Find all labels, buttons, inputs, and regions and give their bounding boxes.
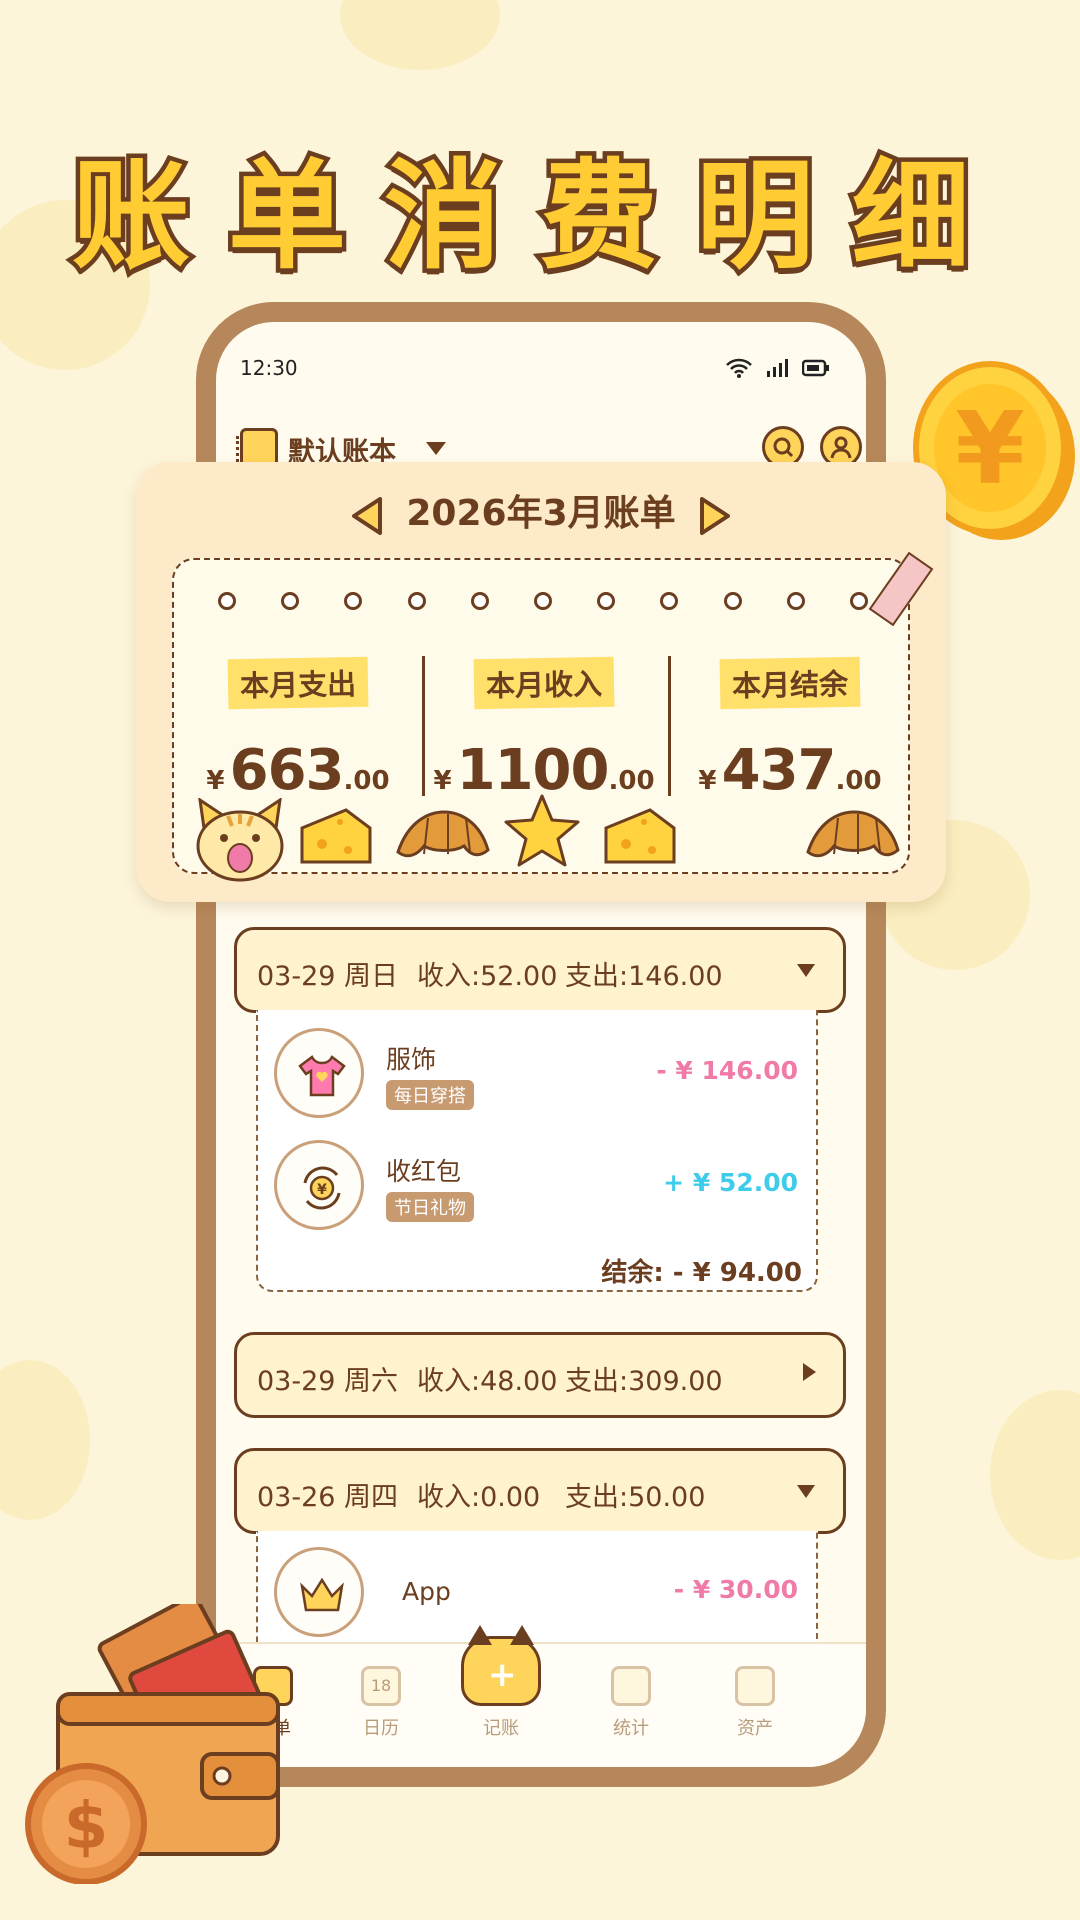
stats-icon xyxy=(611,1666,651,1706)
stat-label: 本月收入 xyxy=(473,656,615,710)
chevron-down-icon xyxy=(797,1485,815,1498)
signal-icon xyxy=(767,359,788,377)
chevron-down-icon[interactable] xyxy=(426,442,446,455)
croissant-icon xyxy=(806,810,900,858)
tab-stats[interactable]: 统计 xyxy=(586,1666,676,1740)
background-bubble xyxy=(990,1390,1080,1560)
stat-balance: 本月结余 ¥ 437.00 xyxy=(670,656,910,803)
day-header[interactable]: 03-29 周日 收入:52.00 支出:146.00 xyxy=(234,927,846,1013)
tab-label: 统计 xyxy=(613,1718,649,1739)
tab-label: 日历 xyxy=(363,1718,399,1739)
day-header[interactable]: 03-26 周四 收入:0.00 支出:50.00 xyxy=(234,1448,846,1534)
battery-icon xyxy=(802,359,829,377)
tab-calendar[interactable]: 18 日历 xyxy=(336,1666,426,1740)
day-date: 03-26 周四 xyxy=(257,1482,399,1513)
stat-value: 663 xyxy=(229,738,345,803)
svg-text:$: $ xyxy=(64,1790,109,1864)
list-item[interactable]: ¥ 收红包 节日礼物 + ¥ 52.00 xyxy=(274,1140,804,1236)
wallet-icon xyxy=(735,1666,775,1706)
day-income: 收入:48.00 xyxy=(417,1366,558,1397)
star-icon xyxy=(504,794,580,867)
day-detail-list: 服饰 每日穿搭 - ¥ 146.00 ¥ 收红包 节日礼物 + ¥ 52.00 … xyxy=(256,1010,818,1292)
item-amount: + ¥ 52.00 xyxy=(663,1168,798,1197)
item-amount: - ¥ 30.00 xyxy=(673,1575,798,1604)
day-balance: 结余: - ¥ 94.00 xyxy=(601,1258,802,1288)
stat-label: 本月结余 xyxy=(719,656,861,710)
calendar-icon: 18 xyxy=(361,1666,401,1706)
background-bubble xyxy=(340,0,500,70)
day-expense: 支出:309.00 xyxy=(565,1366,723,1397)
svg-text:¥: ¥ xyxy=(317,1182,327,1198)
next-month-button[interactable] xyxy=(698,496,732,536)
tab-assets[interactable]: 资产 xyxy=(710,1666,800,1740)
day-date: 03-29 周日 xyxy=(257,961,399,992)
wallet-money-icon: $ xyxy=(25,1604,280,1884)
cheese-icon xyxy=(604,808,676,864)
day-income: 收入:0.00 xyxy=(417,1482,541,1513)
status-time: 12:30 xyxy=(240,356,298,380)
day-header[interactable]: 03-29 周六 收入:48.00 支出:309.00 xyxy=(234,1332,846,1418)
yen-exchange-icon: ¥ xyxy=(303,1166,341,1210)
cheese-icon xyxy=(300,808,372,864)
tab-label: 记账 xyxy=(483,1718,519,1739)
tab-record[interactable]: + 记账 xyxy=(456,1625,546,1740)
stat-income: 本月收入 ¥ 1100.00 xyxy=(424,656,664,803)
tshirt-icon xyxy=(298,1055,346,1097)
month-title: 2026年3月账单 xyxy=(406,493,676,534)
prev-month-button[interactable] xyxy=(350,496,384,536)
day-income: 收入:52.00 xyxy=(417,961,558,992)
wifi-icon xyxy=(726,358,752,378)
chevron-right-icon xyxy=(803,1363,816,1381)
cat-add-icon[interactable]: + xyxy=(461,1625,541,1706)
monthly-summary-card: 2026年3月账单 本月支出 ¥ 663.00 本月收入 ¥ 1100.00 本… xyxy=(136,462,946,902)
tape-decoration xyxy=(868,551,934,627)
item-category: App xyxy=(402,1577,451,1606)
cat-face-icon xyxy=(196,798,284,882)
item-category: 服饰 xyxy=(386,1045,437,1074)
list-item[interactable]: 服饰 每日穿搭 - ¥ 146.00 xyxy=(274,1028,804,1124)
stat-label: 本月支出 xyxy=(227,656,369,710)
item-tag: 每日穿搭 xyxy=(386,1080,474,1110)
item-tag: 节日礼物 xyxy=(386,1192,474,1222)
day-expense: 支出:50.00 xyxy=(565,1482,706,1513)
user-icon xyxy=(830,436,852,459)
headline-title: 账单消费明细 xyxy=(67,143,1008,290)
stat-expense: 本月支出 ¥ 663.00 xyxy=(178,656,418,803)
svg-text:¥: ¥ xyxy=(955,390,1025,507)
tab-label: 资产 xyxy=(737,1718,773,1739)
chevron-down-icon xyxy=(797,964,815,977)
list-item[interactable]: App - ¥ 30.00 xyxy=(274,1547,804,1643)
background-bubble xyxy=(0,1360,90,1520)
crown-icon xyxy=(300,1577,344,1612)
day-expense: 支出:146.00 xyxy=(565,961,723,992)
croissant-icon xyxy=(396,810,490,858)
stats-ticket: 本月支出 ¥ 663.00 本月收入 ¥ 1100.00 本月结余 ¥ 437.… xyxy=(172,551,934,882)
bottom-tab-bar: 账单 18 日历 + 记账 统计 资产 xyxy=(216,1625,866,1767)
day-date: 03-29 周六 xyxy=(257,1366,399,1397)
stat-value: 437 xyxy=(721,738,837,803)
status-bar: 12:30 xyxy=(216,322,866,412)
item-amount: - ¥ 146.00 xyxy=(656,1056,798,1085)
item-category: 收红包 xyxy=(386,1157,462,1186)
search-icon xyxy=(773,437,794,458)
